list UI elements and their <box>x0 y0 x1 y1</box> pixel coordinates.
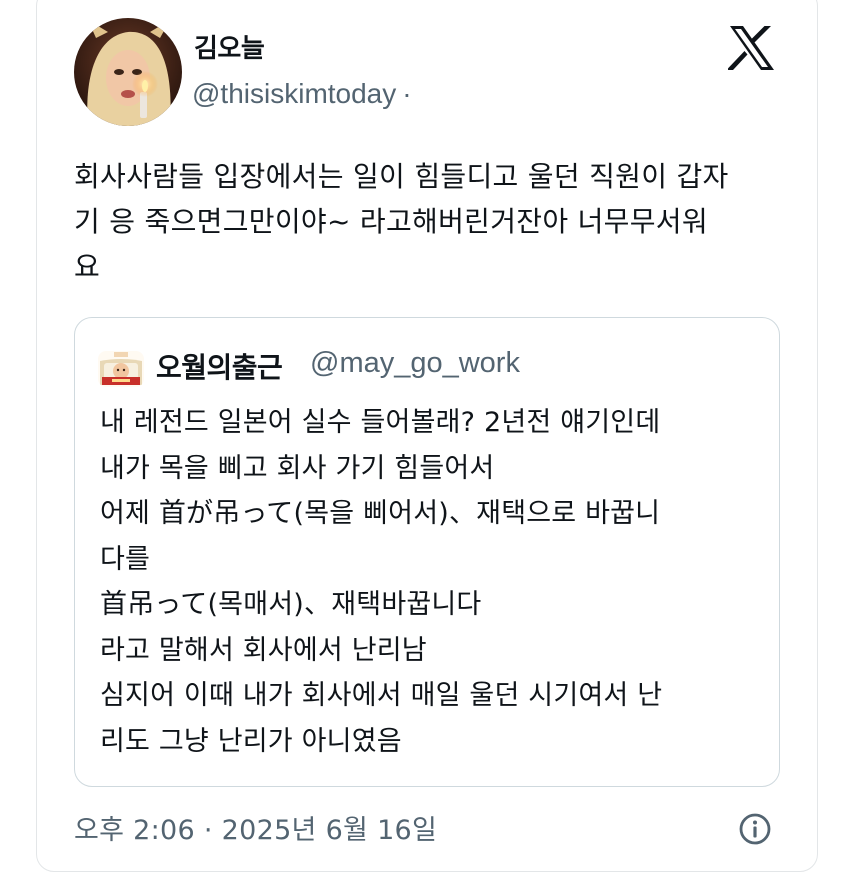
quoted-line: 내 레전드 일본어 실수 들어볼래? 2년전 얘기인데 <box>100 407 661 438</box>
author-handle-text[interactable]: @thisiskimtoday <box>192 78 396 109</box>
x-logo-icon[interactable] <box>728 26 776 70</box>
quoted-author-avatar[interactable] <box>98 351 144 387</box>
quoted-body: 내 레전드 일본어 실수 들어볼래? 2년전 얘기인데 내가 목을 삐고 회사 … <box>100 400 750 764</box>
quoted-avatar-image <box>98 351 144 387</box>
tweet-timestamp[interactable]: 오후 2:06 · 2025년 6월 16일 <box>74 808 437 847</box>
handle-separator: · <box>402 78 412 109</box>
quoted-line: 심지어 이때 내가 회사에서 매일 울던 시기여서 난 <box>100 680 663 711</box>
quoted-line: 首吊って(목매서)、재택바꿉니다 <box>100 589 482 620</box>
author-avatar[interactable] <box>74 18 182 126</box>
tweet-body: 회사사람들 입장에서는 일이 힘들디고 울던 직원이 갑자 기 응 죽으면그만이… <box>74 160 729 283</box>
quoted-line: 리도 그냥 난리가 아니였음 <box>100 725 402 757</box>
info-icon[interactable] <box>738 812 772 846</box>
quoted-display-name[interactable]: 오월의출근 <box>156 346 283 386</box>
quoted-line: 어제 首が吊って(목을 삐어서)、재택으로 바꿉니 <box>100 498 661 529</box>
avatar-image <box>74 18 182 126</box>
quoted-line: 내가 목을 삐고 회사 가기 힘들어서 <box>100 452 495 484</box>
quoted-handle[interactable]: @may_go_work <box>310 347 520 380</box>
author-handle[interactable]: @thisiskimtoday · <box>192 78 412 110</box>
quoted-line: 라고 말해서 회사에서 난리남 <box>100 634 427 666</box>
quoted-line: 다를 <box>100 543 151 575</box>
author-display-name[interactable]: 김오늘 <box>194 28 265 65</box>
